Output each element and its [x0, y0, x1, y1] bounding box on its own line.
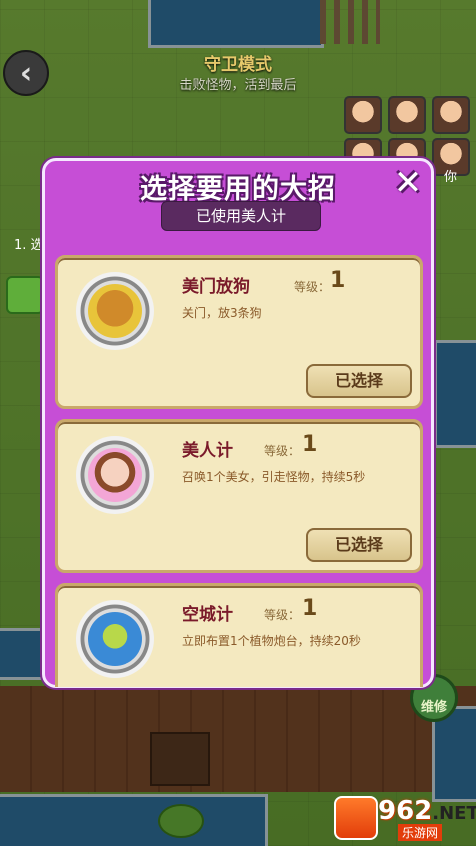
- level-value: 1: [302, 432, 318, 457]
- player-avatar-2: [388, 96, 426, 134]
- player-avatar-3: [432, 96, 470, 134]
- logo-text: 962.NET: [378, 796, 476, 826]
- beauty-icon: [76, 436, 154, 514]
- skill-desc: 关门，放3条狗: [182, 306, 262, 320]
- mode-title: 守卫模式: [204, 55, 272, 75]
- level-label: 等级：: [294, 280, 331, 294]
- select-button[interactable]: 已选择: [306, 528, 412, 562]
- side-step-text: 1. 选: [14, 238, 44, 253]
- skill-name: 空城计: [182, 605, 233, 625]
- skill-card[interactable]: 美人计 等级： 1 召唤1个美女，引走怪物，持续5秒 已选择: [55, 419, 423, 573]
- chat-icon[interactable]: [6, 276, 44, 314]
- used-skill-tag: 已使用美人计: [161, 201, 321, 231]
- skill-select-dialog: 选择要用的大招 ✕ 已使用美人计 美门放狗 等级： 1 关门，放3条狗 已选择 …: [42, 158, 434, 688]
- player-avatar-1: [344, 96, 382, 134]
- logo-subtext: 乐游网: [398, 824, 443, 841]
- skill-desc: 立即布置1个植物炮台，持续20秒: [182, 634, 361, 648]
- skill-name: 美人计: [182, 441, 233, 461]
- plant-turret-icon: [76, 600, 154, 678]
- level-value: 1: [302, 596, 318, 621]
- dog-icon: [76, 272, 154, 350]
- logo-emblem-icon: [334, 796, 378, 840]
- level-label: 等级：: [264, 608, 301, 622]
- level-label: 等级：: [264, 444, 301, 458]
- skill-card[interactable]: 美门放狗 等级： 1 关门，放3条狗 已选择: [55, 255, 423, 409]
- skill-desc: 召唤1个美女，引走怪物，持续5秒: [182, 470, 366, 484]
- level-value: 1: [330, 268, 346, 293]
- skill-name: 美门放狗: [182, 277, 250, 297]
- repair-label: 维修: [420, 700, 447, 715]
- select-button[interactable]: 已选择: [306, 364, 412, 398]
- skill-list[interactable]: 美门放狗 等级： 1 关门，放3条狗 已选择 美人计 等级： 1 召唤1个美女，…: [55, 255, 423, 687]
- mode-subtitle: 击败怪物，活到最后: [179, 78, 297, 93]
- side-you-label: 你: [444, 170, 458, 185]
- close-icon[interactable]: ✕: [391, 165, 425, 201]
- site-logo: 962.NET 乐游网: [334, 796, 476, 844]
- skill-card[interactable]: 空城计 等级： 1 立即布置1个植物炮台，持续20秒: [55, 583, 423, 687]
